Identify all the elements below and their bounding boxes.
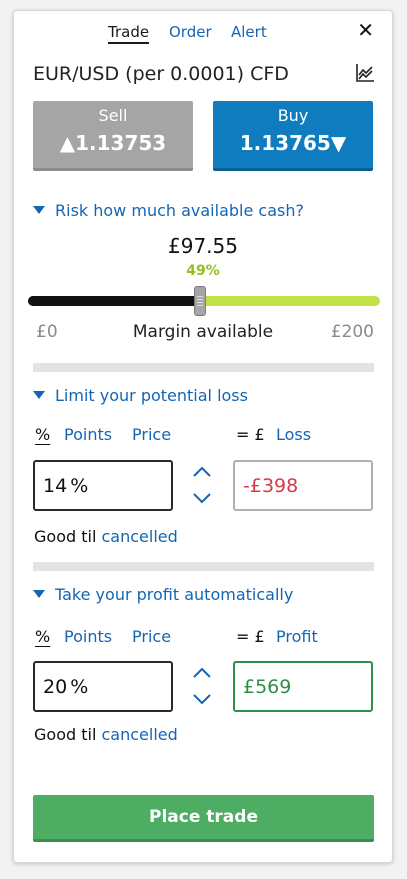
profit-mode-percent[interactable]: % xyxy=(35,627,50,646)
sell-label: Sell xyxy=(98,106,128,125)
loss-good-til-label: Good til xyxy=(34,527,97,546)
profit-percent-input[interactable]: 20% xyxy=(33,661,173,712)
loss-amount-input[interactable]: -£398 xyxy=(233,460,373,511)
profit-good-til-link[interactable]: cancelled xyxy=(101,725,177,744)
tab-bar: Trade Order Alert xyxy=(14,23,392,49)
loss-section-toggle[interactable]: Limit your potential loss xyxy=(33,386,248,405)
stepper-down-icon[interactable] xyxy=(191,488,213,508)
margin-slider-handle[interactable] xyxy=(194,286,207,316)
loss-percent-value: 14 xyxy=(43,474,68,497)
loss-mode-points[interactable]: Points xyxy=(64,425,112,444)
tab-order[interactable]: Order xyxy=(169,23,212,41)
margin-slider-fill xyxy=(28,296,201,306)
profit-target-label[interactable]: Profit xyxy=(276,627,318,646)
stepper-up-icon[interactable] xyxy=(191,663,213,683)
profit-percent-value: 20 xyxy=(43,675,68,698)
loss-eq-label: = £ xyxy=(236,425,265,444)
profit-mode-points[interactable]: Points xyxy=(64,627,112,646)
stepper-up-icon[interactable] xyxy=(191,462,213,482)
profit-amount-input[interactable]: £569 xyxy=(233,661,373,712)
loss-good-til-link[interactable]: cancelled xyxy=(101,527,177,546)
loss-percent-input[interactable]: 14% xyxy=(33,460,173,511)
buy-price: 1.13765▼ xyxy=(239,131,347,155)
caret-down-icon xyxy=(33,206,45,214)
stepper-down-icon[interactable] xyxy=(191,689,213,709)
close-icon[interactable]: ✕ xyxy=(357,20,374,40)
buy-label: Buy xyxy=(277,106,309,125)
caret-down-icon xyxy=(33,391,45,399)
divider xyxy=(33,363,374,372)
tab-alert[interactable]: Alert xyxy=(231,23,267,41)
profit-good-til: Good til cancelled xyxy=(34,725,178,744)
profit-eq-label: = £ xyxy=(236,627,265,646)
profit-section-toggle[interactable]: Take your profit automatically xyxy=(33,585,293,604)
loss-stepper xyxy=(191,462,213,510)
chart-icon[interactable] xyxy=(355,63,375,83)
profit-stepper xyxy=(191,663,213,711)
sell-button[interactable]: Sell ▲1.13753 xyxy=(33,101,193,171)
buy-button[interactable]: Buy 1.13765▼ xyxy=(213,101,373,171)
tab-trade[interactable]: Trade xyxy=(108,23,150,44)
loss-percent-unit: % xyxy=(70,474,89,497)
divider xyxy=(33,562,374,571)
sell-price: ▲1.13753 xyxy=(59,131,167,155)
risk-section-title: Risk how much available cash? xyxy=(55,201,304,220)
margin-max-label: £200 xyxy=(330,322,374,342)
profit-mode-price[interactable]: Price xyxy=(132,627,171,646)
loss-mode-percent[interactable]: % xyxy=(35,425,50,444)
caret-down-icon xyxy=(33,590,45,598)
profit-section-title: Take your profit automatically xyxy=(55,585,294,604)
instrument-title: EUR/USD (per 0.0001) CFD xyxy=(33,63,289,85)
risk-percent: 49% xyxy=(186,263,220,279)
loss-target-label[interactable]: Loss xyxy=(276,425,311,444)
risk-section-toggle[interactable]: Risk how much available cash? xyxy=(33,201,304,220)
place-trade-button[interactable]: Place trade xyxy=(33,795,374,842)
loss-mode-price[interactable]: Price xyxy=(132,425,171,444)
profit-percent-unit: % xyxy=(70,675,89,698)
risk-amount: £97.55 xyxy=(168,234,238,258)
loss-good-til: Good til cancelled xyxy=(34,527,178,546)
loss-section-title: Limit your potential loss xyxy=(55,386,248,405)
trade-panel: Trade Order Alert ✕ EUR/USD (per 0.0001)… xyxy=(13,10,393,863)
profit-good-til-label: Good til xyxy=(34,725,97,744)
